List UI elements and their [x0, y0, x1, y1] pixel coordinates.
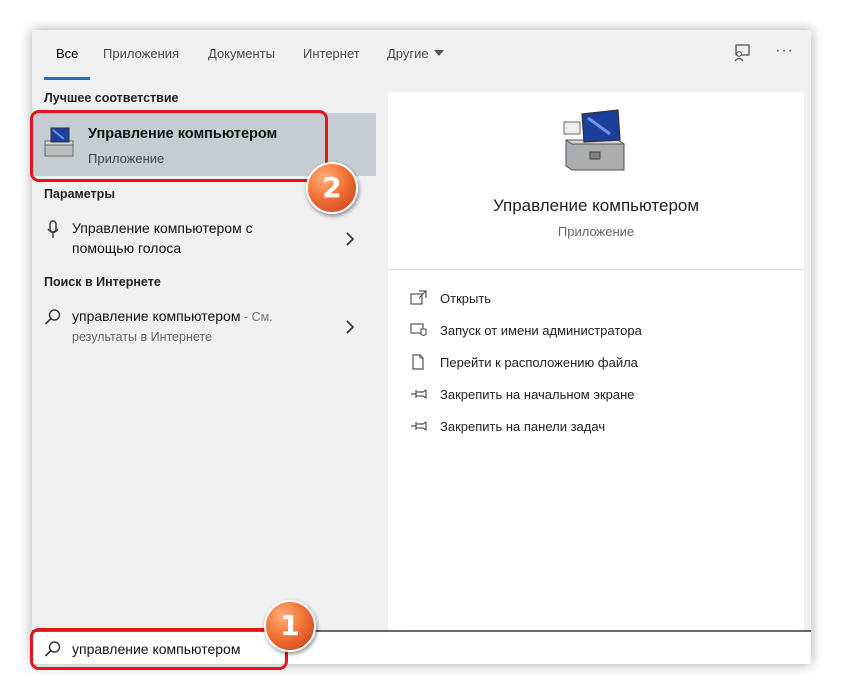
- search-window: Все Приложения Документы Интернет Другие…: [32, 30, 811, 664]
- tab-internet[interactable]: Интернет: [303, 46, 360, 61]
- action-pin-to-taskbar-label: Закрепить на панели задач: [440, 419, 606, 434]
- microphone-icon: [47, 220, 59, 238]
- computer-management-icon: [563, 109, 626, 171]
- chevron-right-icon: [346, 232, 355, 246]
- best-match-title: Управление компьютером: [88, 126, 278, 142]
- active-tab-indicator: [44, 77, 90, 80]
- web-search-item[interactable]: управление компьютером - См. результаты …: [32, 308, 376, 350]
- chevron-right-icon: [346, 320, 355, 334]
- more-options-button[interactable]: ···: [775, 42, 794, 60]
- search-icon: [44, 309, 61, 325]
- pin-icon: [411, 420, 427, 432]
- settings-item-line2: помощью голоса: [72, 240, 182, 256]
- tab-all[interactable]: Все: [56, 46, 78, 61]
- detail-title: Управление компьютером: [492, 196, 700, 215]
- chevron-down-icon: [433, 50, 444, 56]
- settings-voice-item[interactable]: Управление компьютером с помощью голоса: [32, 220, 376, 260]
- detail-panel: Управление компьютером Приложение Открыт…: [388, 92, 804, 662]
- admin-shield-icon: [410, 323, 427, 337]
- tab-bar: Все Приложения Документы Интернет Другие…: [32, 30, 811, 80]
- divider: [388, 269, 804, 270]
- action-run-as-admin-label: Запуск от имени администратора: [440, 323, 642, 338]
- search-icon: [44, 641, 61, 657]
- tab-other-label: Другие: [387, 46, 429, 61]
- pin-icon: [411, 388, 427, 400]
- file-location-icon: [412, 354, 424, 370]
- open-icon: [410, 290, 427, 305]
- web-search-item-line1: управление компьютером - См.: [72, 308, 273, 324]
- detail-subtitle: Приложение: [557, 224, 635, 239]
- action-open-file-location-label: Перейти к расположению файла: [440, 355, 638, 370]
- tab-documents[interactable]: Документы: [208, 46, 275, 61]
- web-search-suffix: - См.: [240, 310, 273, 324]
- tab-apps[interactable]: Приложения: [103, 46, 179, 61]
- web-search-heading: Поиск в Интернете: [44, 275, 161, 289]
- tab-other[interactable]: Другие: [387, 46, 444, 61]
- callout-badge-2: 2: [306, 162, 358, 214]
- web-search-query: управление компьютером: [72, 308, 241, 324]
- best-match-heading: Лучшее соответствие: [44, 91, 179, 105]
- action-pin-to-start-label: Закрепить на начальном экране: [440, 387, 635, 402]
- feedback-icon[interactable]: [731, 42, 753, 64]
- web-search-item-line2: результаты в Интернете: [72, 330, 212, 344]
- search-input[interactable]: управление компьютером: [32, 630, 811, 664]
- best-match-subtitle: Приложение: [88, 151, 165, 166]
- search-query-text: управление компьютером: [72, 641, 241, 657]
- settings-heading: Параметры: [44, 187, 115, 201]
- settings-item-line1: Управление компьютером с: [72, 220, 253, 236]
- callout-badge-1: 1: [264, 600, 316, 652]
- action-open-label: Открыть: [440, 291, 492, 306]
- computer-management-icon: [44, 127, 74, 157]
